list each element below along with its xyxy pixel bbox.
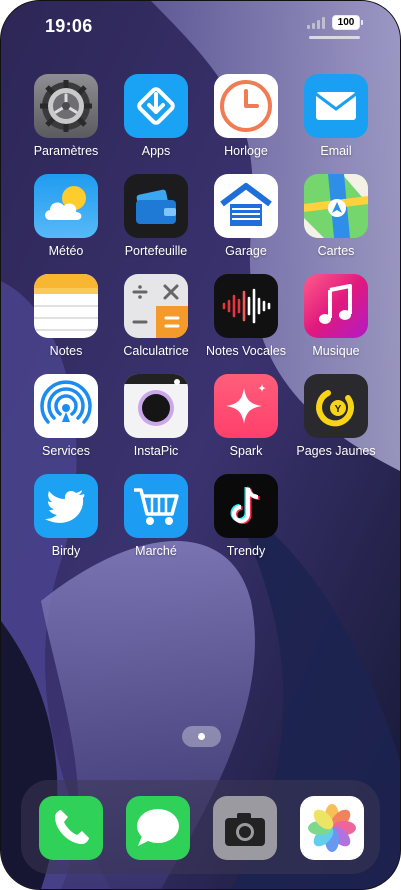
app-label: Marché — [135, 544, 177, 558]
app-label: Garage — [225, 244, 267, 258]
notes-icon — [34, 274, 98, 338]
app-label: Météo — [48, 244, 84, 258]
camera-icon[interactable] — [213, 796, 277, 860]
svg-text:Y: Y — [335, 404, 342, 415]
app-portefeuille[interactable]: Portefeuille — [111, 174, 201, 258]
app-notes[interactable]: Notes — [21, 274, 111, 358]
phone-icon[interactable] — [39, 796, 103, 860]
app-birdy[interactable]: Birdy — [21, 474, 111, 558]
app-meteo[interactable]: Météo — [21, 174, 111, 258]
dock — [21, 780, 380, 874]
app-label: Notes — [49, 344, 83, 358]
app-label: Pages Jaunes — [296, 444, 376, 458]
weather-icon — [34, 174, 98, 238]
app-marche[interactable]: Marché — [111, 474, 201, 558]
messages-icon[interactable] — [126, 796, 190, 860]
page-indicator[interactable] — [182, 726, 221, 747]
tiktok-note-icon — [214, 474, 278, 538]
calculator-icon — [124, 274, 188, 338]
shopping-cart-icon — [124, 474, 188, 538]
voice-memos-icon — [214, 274, 278, 338]
app-label: Services — [42, 444, 90, 458]
mail-envelope-icon — [304, 74, 368, 138]
status-time: 19:06 — [45, 16, 93, 36]
app-label: Birdy — [51, 544, 81, 558]
app-label: Apps — [141, 144, 171, 158]
app-label: Cartes — [317, 244, 355, 258]
app-calculatrice[interactable]: Calculatrice — [111, 274, 201, 358]
pages-jaunes-icon: Y — [304, 374, 368, 438]
page-dot — [198, 733, 205, 740]
app-store-icon — [124, 74, 188, 138]
maps-icon — [304, 174, 368, 238]
photos-icon[interactable] — [300, 796, 364, 860]
app-label: Musique — [312, 344, 360, 358]
app-instapic[interactable]: InstaPic — [111, 374, 201, 458]
app-label: Spark — [229, 444, 263, 458]
clock-icon — [214, 74, 278, 138]
garage-icon — [214, 174, 278, 238]
app-pages-jaunes[interactable]: Y Pages Jaunes — [291, 374, 381, 458]
app-musique[interactable]: Musique — [291, 274, 381, 358]
app-label: Portefeuille — [124, 244, 188, 258]
wallet-icon — [124, 174, 188, 238]
app-apps[interactable]: Apps — [111, 74, 201, 158]
sparkle-icon — [214, 374, 278, 438]
phone-home-screen: 19:06 100 Paramètres Apps Horloge Email … — [0, 0, 401, 890]
app-label: Horloge — [224, 144, 268, 158]
music-icon — [304, 274, 368, 338]
signal-strength-icon — [307, 17, 327, 29]
app-label: InstaPic — [133, 444, 179, 458]
app-cartes[interactable]: Cartes — [291, 174, 381, 258]
app-garage[interactable]: Garage — [201, 174, 291, 258]
app-label: Trendy — [226, 544, 266, 558]
settings-gear-icon — [34, 74, 98, 138]
app-spark[interactable]: Spark — [201, 374, 291, 458]
app-email[interactable]: Email — [291, 74, 381, 158]
status-indicator-bar — [309, 36, 360, 39]
app-notes-vocales[interactable]: Notes Vocales — [201, 274, 291, 358]
app-trendy[interactable]: Trendy — [201, 474, 291, 558]
app-services[interactable]: Services — [21, 374, 111, 458]
app-horloge[interactable]: Horloge — [201, 74, 291, 158]
app-label: Email — [320, 144, 352, 158]
status-bar: 19:06 100 — [1, 1, 400, 45]
services-broadcast-icon — [34, 374, 98, 438]
app-label: Notes Vocales — [206, 344, 286, 358]
app-parametres[interactable]: Paramètres — [21, 74, 111, 158]
app-label: Paramètres — [33, 144, 99, 158]
battery-icon: 100 — [332, 15, 363, 30]
camera-app-icon — [124, 374, 188, 438]
bird-icon — [34, 474, 98, 538]
app-label: Calculatrice — [123, 344, 189, 358]
